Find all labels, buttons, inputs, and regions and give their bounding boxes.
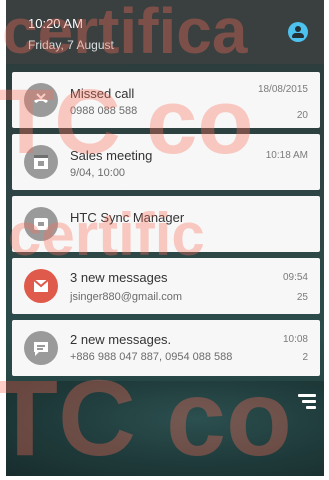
notification-subtitle: jsinger880@gmail.com	[70, 291, 183, 303]
wallpaper	[6, 381, 324, 476]
notification-missed-call[interactable]: Missed call 0988 088 588 18/08/2015 20	[12, 72, 320, 128]
notification-time: 10:18 AM	[265, 150, 308, 161]
notification-subtitle: 0988 088 588	[70, 105, 138, 117]
notification-title: 2 new messages.	[70, 332, 172, 347]
notification-count: 2	[302, 352, 308, 363]
notification-title: HTC Sync Manager	[70, 210, 185, 225]
notification-count: 25	[296, 292, 308, 303]
calendar-icon	[24, 145, 58, 179]
user-head-shape	[295, 26, 301, 32]
menu-icon[interactable]	[298, 394, 316, 410]
notification-subtitle: 9/04, 10:00	[70, 167, 126, 179]
sync-icon	[24, 207, 58, 241]
user-body-shape	[292, 33, 304, 38]
notification-sales-meeting[interactable]: Sales meeting 9/04, 10:00 10:18 AM	[12, 134, 320, 190]
notification-new-messages-mail[interactable]: 3 new messages jsinger880@gmail.com 09:5…	[12, 258, 320, 314]
message-icon	[24, 331, 58, 365]
missed-call-icon	[24, 83, 58, 117]
notification-time: 10:08	[282, 334, 308, 345]
notification-title: 3 new messages	[70, 270, 168, 285]
notification-subtitle: +886 988 047 887, 0954 088 588	[70, 351, 233, 363]
mail-icon	[24, 269, 58, 303]
notification-time: 18/08/2015	[257, 84, 308, 95]
user-icon[interactable]	[288, 22, 308, 42]
notification-time: 09:54	[282, 272, 308, 283]
notification-new-messages-sms[interactable]: 2 new messages. +886 988 047 887, 0954 0…	[12, 320, 320, 376]
status-header: 10:20 AM Friday, 7 August	[6, 0, 324, 64]
notification-count: 20	[296, 110, 308, 121]
notification-title: Sales meeting	[70, 148, 153, 163]
notification-shade: 10:20 AM Friday, 7 August Missed call 09…	[6, 0, 324, 476]
notification-htc-sync[interactable]: HTC Sync Manager	[12, 196, 320, 252]
status-time: 10:20 AM	[28, 16, 83, 31]
notification-title: Missed call	[70, 86, 135, 101]
status-date: Friday, 7 August	[28, 38, 114, 52]
